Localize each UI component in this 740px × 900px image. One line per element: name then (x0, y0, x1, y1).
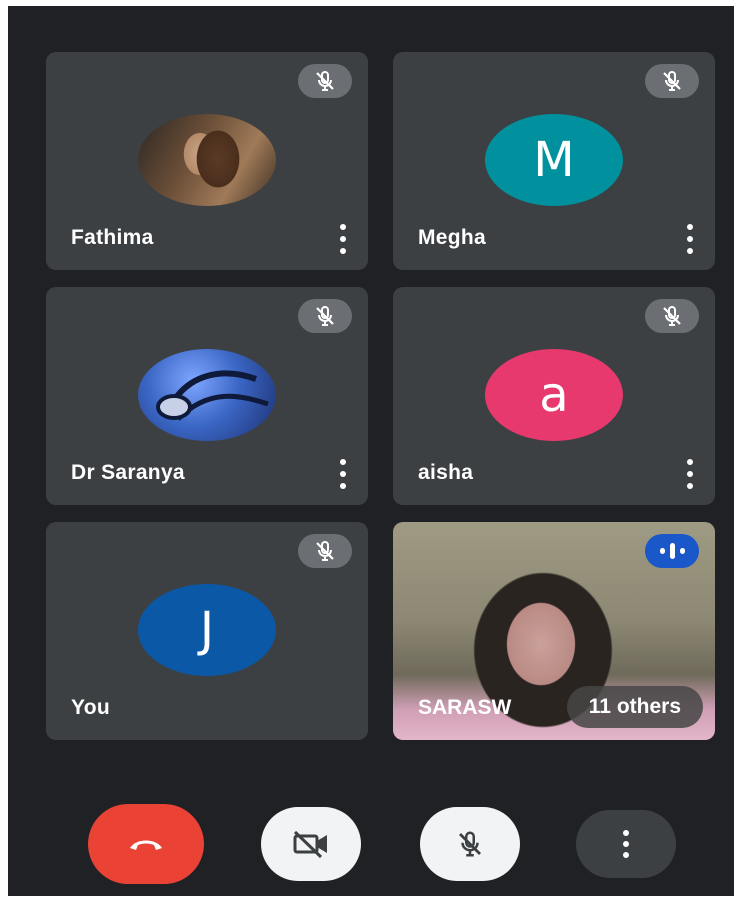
more-options-icon[interactable] (332, 224, 354, 254)
camera-off-icon (293, 830, 327, 859)
more-options-icon[interactable] (679, 459, 701, 489)
others-count-button[interactable]: 11 others (566, 686, 703, 728)
meeting-screen: Fathima M Megha Dr Saranya a aisha J You… (8, 6, 734, 896)
participant-tile-dr-saranya[interactable]: Dr Saranya (46, 287, 368, 505)
muted-badge (298, 534, 352, 568)
participant-name: You (71, 696, 111, 719)
participant-name: Megha (418, 226, 487, 249)
speaking-indicator-icon (645, 534, 699, 568)
mic-off-icon (316, 305, 334, 326)
participant-video-tile[interactable]: SARASW 11 others (393, 522, 715, 740)
participant-name: Dr Saranya (71, 461, 185, 484)
mic-off-icon (459, 831, 481, 857)
more-vert-icon (623, 830, 629, 858)
mic-off-icon (316, 540, 334, 561)
avatar: a (485, 349, 623, 441)
avatar: J (138, 584, 276, 676)
avatar-photo (138, 349, 276, 441)
muted-badge (298, 299, 352, 333)
more-options-icon[interactable] (332, 459, 354, 489)
muted-badge (645, 299, 699, 333)
muted-badge (645, 64, 699, 98)
participant-name: SARASW (418, 696, 512, 719)
muted-badge (298, 64, 352, 98)
mic-toggle-button[interactable] (420, 807, 520, 881)
mic-off-icon (663, 70, 681, 91)
mic-off-icon (663, 305, 681, 326)
stethoscope-image (156, 370, 269, 421)
avatar-photo (138, 114, 276, 206)
avatar: M (485, 114, 623, 206)
end-call-button[interactable] (88, 804, 204, 884)
mic-off-icon (316, 70, 334, 91)
participant-tile-megha[interactable]: M Megha (393, 52, 715, 270)
more-options-icon[interactable] (679, 224, 701, 254)
camera-toggle-button[interactable] (261, 807, 361, 881)
participant-tile-you[interactable]: J You (46, 522, 368, 740)
more-options-button[interactable] (576, 810, 676, 878)
participant-name: aisha (418, 461, 474, 484)
participant-tile-aisha[interactable]: a aisha (393, 287, 715, 505)
participant-name: Fathima (71, 226, 154, 249)
participant-tile-fathima[interactable]: Fathima (46, 52, 368, 270)
phone-hangup-icon (130, 840, 162, 850)
